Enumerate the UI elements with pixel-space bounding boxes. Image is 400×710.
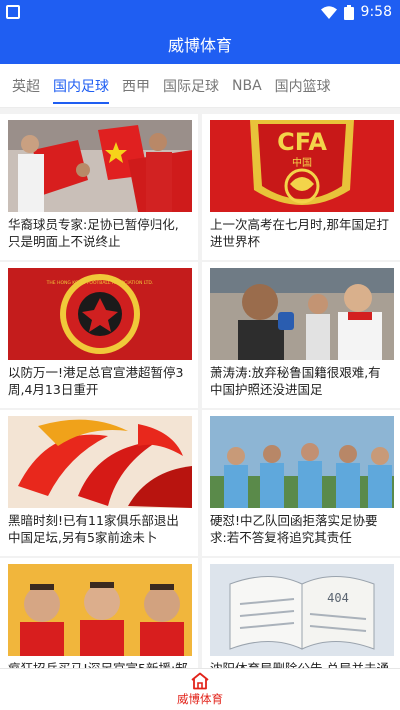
article-thumbnail xyxy=(8,564,192,656)
article-thumbnail xyxy=(8,416,192,508)
app-title: 威博体育 xyxy=(167,36,232,55)
svg-text:CFA: CFA xyxy=(277,128,327,156)
status-bar: 9:58 xyxy=(0,0,400,24)
tab-la-liga[interactable]: 西甲 xyxy=(122,64,150,108)
cfa-badge-image: CFA 中国 xyxy=(210,120,394,212)
tab-international-football[interactable]: 国际足球 xyxy=(163,64,219,108)
svg-text:中国: 中国 xyxy=(292,156,312,169)
wifi-icon xyxy=(320,5,337,19)
open-book-image: 404 xyxy=(210,564,394,656)
player-interview-photo xyxy=(210,268,394,360)
tab-premier-league[interactable]: 英超 xyxy=(12,64,40,108)
new-signings-photo xyxy=(8,564,192,656)
article-card[interactable]: 黑暗时刻!已有11家俱乐部退出中国足坛,另有5家前途未卜 xyxy=(0,410,198,556)
article-title: 硬怼!中乙队回函拒落实足协要求:若不答复将追究其责任 xyxy=(210,513,378,545)
tab-domestic-football[interactable]: 国内足球 xyxy=(53,64,109,108)
players-flag-photo xyxy=(8,120,192,212)
article-title: 上一次高考在七月时,那年国足打进世界杯 xyxy=(210,217,389,249)
article-card[interactable]: 萧涛涛:放弃秘鲁国籍很艰难,有中国护照还没进国足 xyxy=(202,262,400,408)
article-card[interactable]: CFA 中国 上一次高考在七月时,那年国足打进世界杯 xyxy=(202,114,400,260)
home-icon xyxy=(191,672,209,690)
notification-icon xyxy=(6,5,20,19)
article-title: 疯狂招兵买马!深足官宣5新援:郜林、… xyxy=(8,660,190,668)
battery-icon xyxy=(343,4,354,20)
tab-domestic-basketball[interactable]: 国内篮球 xyxy=(275,64,331,108)
app-bar: 威博体育 xyxy=(0,24,400,64)
article-card[interactable]: 404 沈阳体育局删除公告,总局并未通知 xyxy=(202,558,400,668)
category-tabs: 英超 国内足球 西甲 国际足球 NBA 国内篮球 xyxy=(0,64,400,108)
article-title: 沈阳体育局删除公告,总局并未通知 xyxy=(210,660,392,668)
article-thumbnail xyxy=(210,268,394,360)
article-thumbnail xyxy=(8,120,192,212)
hk-fa-badge-image: THE HONG KONG FOOTBALL ASSOCIATION LTD. xyxy=(8,268,192,360)
article-thumbnail: CFA 中国 xyxy=(210,120,394,212)
svg-text:THE HONG KONG FOOTBALL ASSOCIA: THE HONG KONG FOOTBALL ASSOCIATION LTD. xyxy=(46,280,154,286)
bottom-nav-home[interactable]: 威博体育 xyxy=(177,672,223,707)
svg-text:404: 404 xyxy=(327,591,349,605)
tab-nba[interactable]: NBA xyxy=(232,64,262,108)
article-card[interactable]: THE HONG KONG FOOTBALL ASSOCIATION LTD. … xyxy=(0,262,198,408)
article-title: 以防万一!港足总官宣港超暂停3周,4月13日重开 xyxy=(8,365,184,397)
article-title: 黑暗时刻!已有11家俱乐部退出中国足坛,另有5家前途未卜 xyxy=(8,513,179,545)
article-thumbnail xyxy=(210,416,394,508)
bottom-nav: 威博体育 xyxy=(0,668,400,710)
bottom-nav-label: 威博体育 xyxy=(177,692,223,706)
article-card[interactable]: 疯狂招兵买马!深足官宣5新援:郜林、… xyxy=(0,558,198,668)
article-thumbnail: THE HONG KONG FOOTBALL ASSOCIATION LTD. xyxy=(8,268,192,360)
article-title: 华裔球员专家:足协已暂停归化,只是明面上不说终止 xyxy=(8,217,179,249)
article-card[interactable]: 华裔球员专家:足协已暂停归化,只是明面上不说终止 xyxy=(0,114,198,260)
abstract-logo-image xyxy=(8,416,192,508)
article-title: 萧涛涛:放弃秘鲁国籍很艰难,有中国护照还没进国足 xyxy=(210,365,381,397)
article-grid: 华裔球员专家:足协已暂停归化,只是明面上不说终止 CFA 中国 上一次高考在七月… xyxy=(0,108,400,668)
status-time: 9:58 xyxy=(360,4,392,20)
team-players-photo xyxy=(210,416,394,508)
article-card[interactable]: 硬怼!中乙队回函拒落实足协要求:若不答复将追究其责任 xyxy=(202,410,400,556)
article-thumbnail: 404 xyxy=(210,564,394,656)
